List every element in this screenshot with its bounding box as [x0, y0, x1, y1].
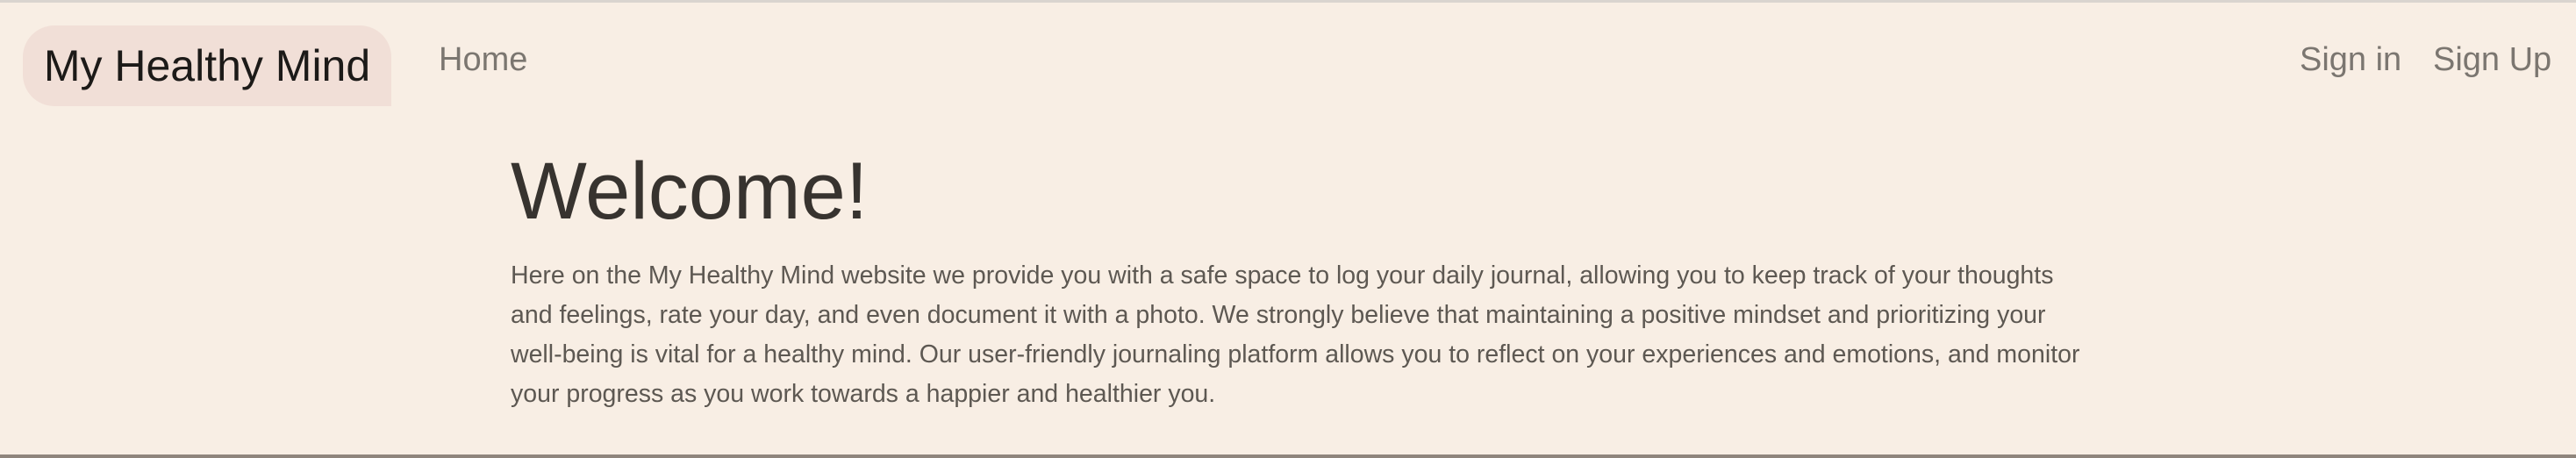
nav-link-home[interactable]: Home — [439, 41, 527, 79]
sign-up-link[interactable]: Sign Up — [2433, 41, 2551, 79]
bottom-border — [0, 454, 2576, 458]
sign-in-link[interactable]: Sign in — [2300, 41, 2401, 79]
navbar: My Healthy Mind Home Sign in Sign Up — [0, 3, 2576, 125]
brand-logo-link[interactable]: My Healthy Mind — [23, 25, 391, 106]
main-content: Welcome! Here on the My Healthy Mind web… — [511, 140, 2081, 414]
intro-paragraph: Here on the My Healthy Mind website we p… — [511, 261, 2080, 408]
page-title: Welcome! — [511, 147, 869, 236]
